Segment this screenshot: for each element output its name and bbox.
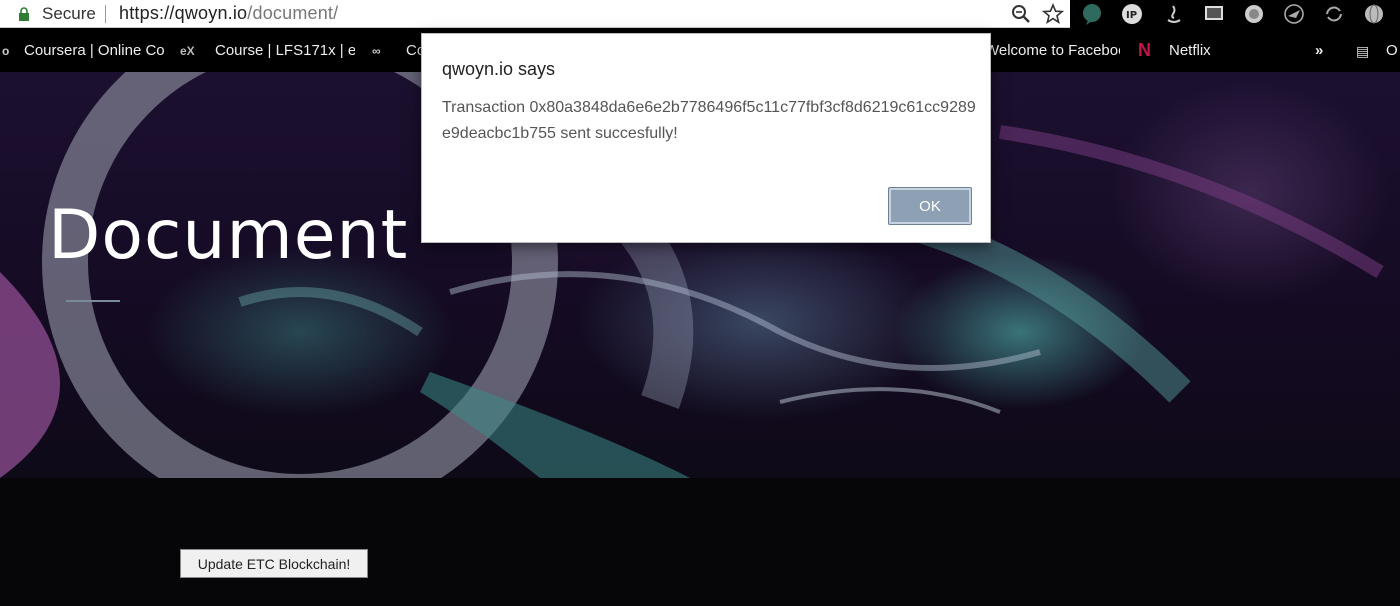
extension-ip-icon[interactable]: IP [1120, 2, 1144, 26]
address-bar[interactable]: Secure https://qwoyn.io/document/ [0, 0, 1070, 28]
extension-sphere-icon[interactable] [1362, 2, 1386, 26]
title-underline [66, 300, 120, 302]
link-icon: ∞ [372, 44, 381, 58]
extension-circle-icon[interactable] [1242, 2, 1266, 26]
bookmarks-overflow-chevron[interactable]: » [1315, 42, 1323, 59]
bookmark-facebook[interactable]: Welcome to Faceboo [985, 42, 1120, 59]
zoom-icon[interactable] [1010, 3, 1032, 25]
bookmark-coursera[interactable]: Coursera | Online Co [24, 42, 170, 59]
bookmark-star-icon[interactable] [1042, 3, 1064, 25]
update-etc-blockchain-button[interactable]: Update ETC Blockchain! [180, 549, 368, 578]
netflix-icon: N [1138, 40, 1151, 60]
bookmark-lfs171x[interactable]: Course | LFS171x | e [215, 42, 355, 59]
address-divider [105, 5, 106, 23]
extension-java-icon[interactable] [1162, 2, 1186, 26]
extension-plane-icon[interactable] [1282, 2, 1306, 26]
edx-icon: eX [180, 44, 195, 58]
dialog-message: Transaction 0x80a3848da6e6e2b7786496f5c1… [442, 99, 976, 142]
dialog-title: qwoyn.io says [442, 59, 556, 79]
extension-chat-icon[interactable] [1080, 2, 1104, 26]
coursera-icon: o [2, 44, 10, 58]
lock-icon [19, 7, 29, 21]
bookmark-other[interactable]: O [1386, 42, 1398, 59]
page-title: Document [48, 196, 409, 275]
bookmark-netflix[interactable]: Netflix [1169, 42, 1211, 59]
extension-screen-icon[interactable] [1202, 2, 1226, 26]
svg-text:IP: IP [1126, 10, 1137, 21]
alert-dialog: qwoyn.io says Transaction 0x80a3848da6e6… [421, 33, 991, 243]
document-icon: ▤ [1356, 43, 1370, 59]
browser-toolbar: Secure https://qwoyn.io/document/ IP [0, 0, 1400, 28]
url-text[interactable]: https://qwoyn.io/document/ [119, 3, 338, 24]
secure-label: Secure [42, 4, 96, 23]
ok-button[interactable]: OK [888, 187, 972, 225]
extension-sync-icon[interactable] [1322, 2, 1346, 26]
